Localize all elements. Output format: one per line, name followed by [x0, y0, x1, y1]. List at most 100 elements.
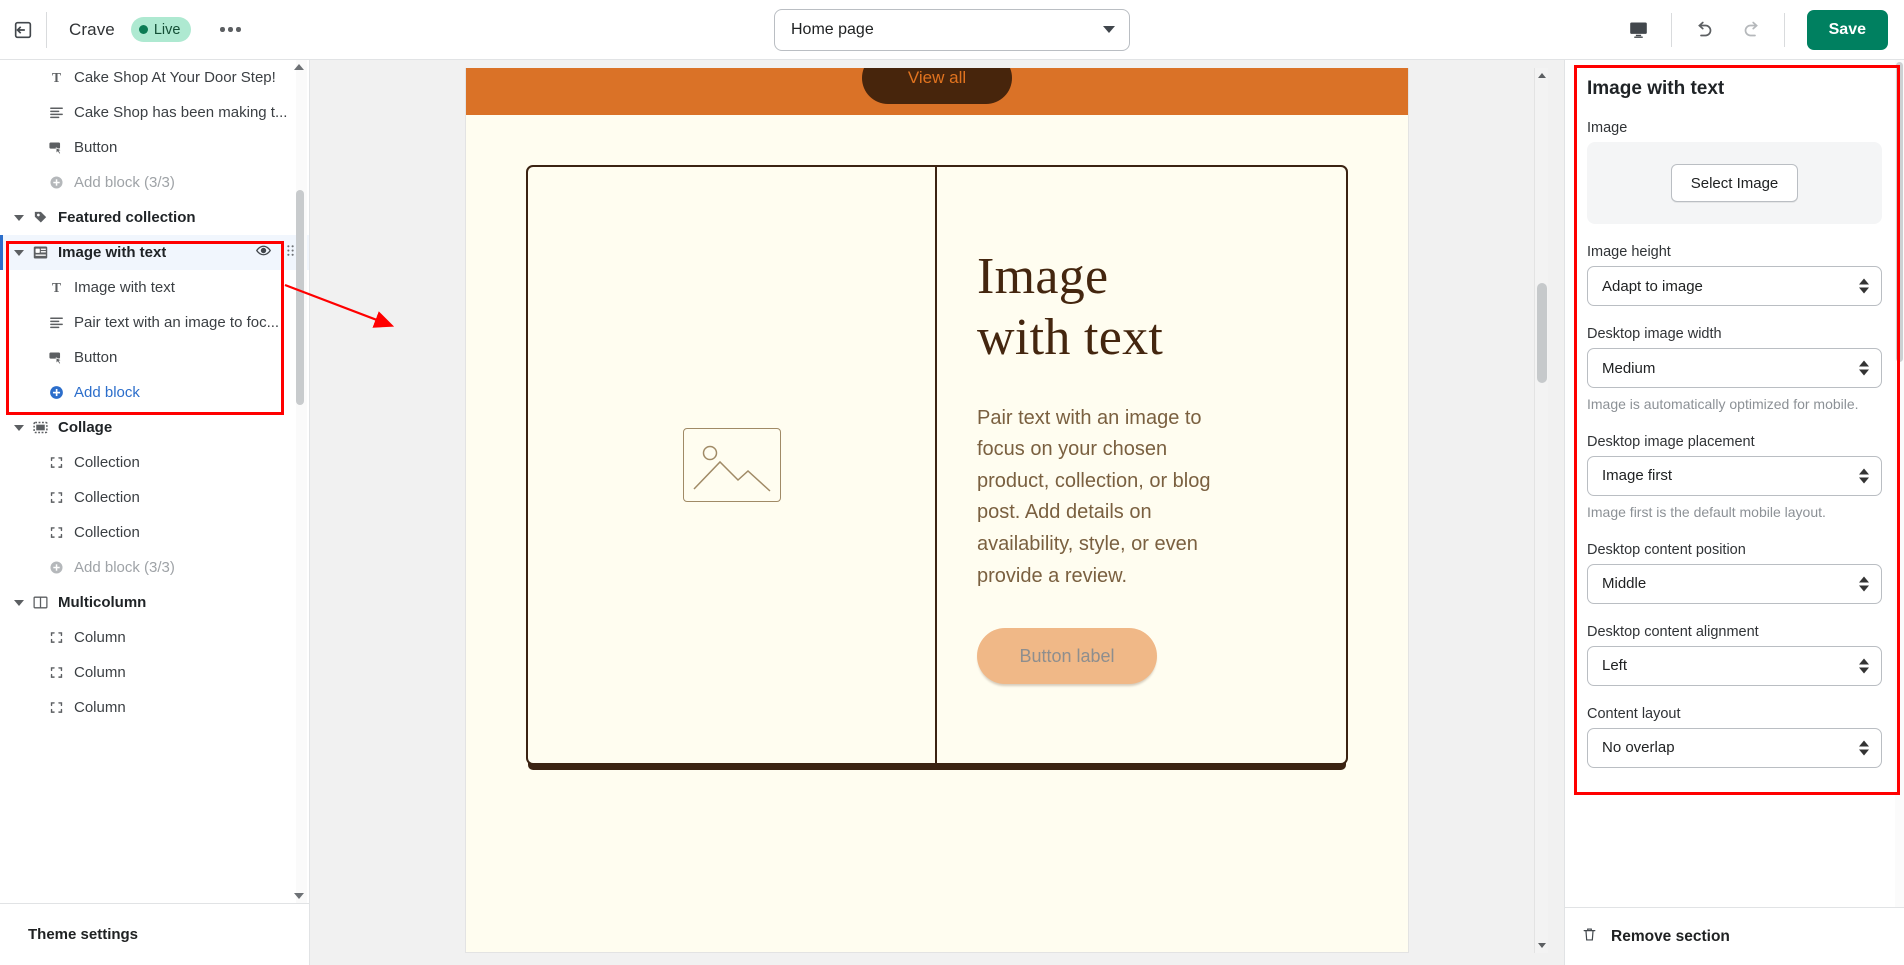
- more-options-icon[interactable]: [213, 15, 247, 45]
- page-selector[interactable]: Home page: [774, 8, 1130, 51]
- sidebar-item-label: Collage: [58, 419, 113, 436]
- scroll-up-arrow-icon[interactable]: [294, 64, 304, 70]
- chevron-down-icon: [1103, 26, 1115, 33]
- sidebar-block-row[interactable]: Button: [0, 130, 309, 165]
- preview-area: View all Image with text Pair text with …: [310, 60, 1564, 965]
- sidebar-scrollbar[interactable]: [294, 60, 307, 903]
- sidebar-block-row[interactable]: Column: [0, 655, 309, 690]
- image-with-text-image-slot[interactable]: [528, 167, 937, 763]
- toolbar-divider: [46, 11, 47, 48]
- chevron-down-icon[interactable]: [14, 214, 24, 221]
- chevron-down-icon[interactable]: [14, 424, 24, 431]
- chevron-down-icon[interactable]: [14, 249, 24, 256]
- remove-section-label: Remove section: [1611, 927, 1730, 945]
- redo-icon[interactable]: [1728, 0, 1776, 60]
- sidebar-item-label: Add block: [74, 384, 140, 401]
- chevron-up-down-icon[interactable]: [1859, 576, 1869, 592]
- sidebar-block-row[interactable]: Collection: [0, 445, 309, 480]
- sidebar-block-row[interactable]: T Cake Shop At Your Door Step!: [0, 60, 309, 95]
- preview-announcement-bar: View all: [466, 68, 1408, 115]
- sidebar-block-row[interactable]: Collection: [0, 515, 309, 550]
- settings-select[interactable]: Adapt to image: [1587, 266, 1882, 306]
- settings-field-label: Desktop image placement: [1587, 433, 1755, 450]
- collage-icon: [32, 419, 58, 436]
- sections-sidebar: T Cake Shop At Your Door Step! Cake Shop h…: [0, 60, 310, 965]
- frame-icon: [48, 454, 74, 471]
- status-badge-label: Live: [153, 21, 181, 38]
- exit-to-app-icon[interactable]: [0, 0, 46, 60]
- settings-select-value: Left: [1602, 657, 1628, 675]
- view-all-button[interactable]: View all: [862, 68, 1012, 104]
- settings-field-helper: Image is automatically optimized for mob…: [1587, 396, 1859, 412]
- chevron-up-down-icon[interactable]: [1859, 360, 1869, 376]
- settings-field: Desktop content alignment Left: [1587, 624, 1882, 686]
- sidebar-section-row[interactable]: Multicolumn: [0, 585, 309, 620]
- preview-scroll-down-icon[interactable]: [1538, 943, 1546, 948]
- settings-scrollbar[interactable]: [1895, 60, 1904, 907]
- paragraph-icon: [48, 314, 74, 331]
- image-with-text-button[interactable]: Button label: [977, 628, 1157, 685]
- sidebar-item-label: Button: [74, 349, 118, 366]
- sidebar-block-row[interactable]: Column: [0, 620, 309, 655]
- sidebar-section-row[interactable]: Collage: [0, 410, 309, 445]
- preview-scrollbar[interactable]: [1534, 68, 1548, 953]
- chevron-up-down-icon[interactable]: [1859, 468, 1869, 484]
- button-icon: [48, 139, 74, 156]
- multicolumn-icon: [32, 594, 58, 611]
- sidebar-section-row[interactable]: Image with text: [0, 235, 309, 270]
- sidebar-scroll-thumb[interactable]: [296, 190, 304, 405]
- image-with-text-section[interactable]: Image with text Pair text with an image …: [526, 165, 1348, 765]
- settings-scroll-area: Image with text Image Select Image Image…: [1565, 60, 1904, 907]
- image-with-text-paragraph[interactable]: Pair text with an image to focus on your…: [977, 403, 1227, 593]
- text-block-icon: T: [48, 69, 74, 86]
- chevron-up-down-icon[interactable]: [1859, 740, 1869, 756]
- sidebar-block-row[interactable]: T Image with text: [0, 270, 309, 305]
- sidebar-block-row[interactable]: Pair text with an image to foc...: [0, 305, 309, 340]
- image-with-text-content: Image with text Pair text with an image …: [937, 167, 1346, 763]
- settings-select[interactable]: No overlap: [1587, 727, 1882, 768]
- scroll-down-arrow-icon[interactable]: [294, 893, 304, 899]
- settings-field: Content layout No overlap: [1587, 706, 1882, 768]
- image-field-label: Image: [1587, 120, 1628, 136]
- settings-select[interactable]: Image first: [1587, 455, 1882, 496]
- settings-field-label: Desktop content position: [1587, 541, 1746, 558]
- sidebar-section-row[interactable]: Featured collection: [0, 200, 309, 235]
- frame-icon: [48, 664, 74, 681]
- settings-field-helper: Image first is the default mobile layout…: [1587, 503, 1826, 520]
- sidebar-block-row[interactable]: Add block (3/3): [0, 550, 309, 585]
- sidebar-item-label: Add block (3/3): [74, 559, 175, 576]
- settings-select[interactable]: Medium: [1587, 348, 1882, 388]
- sidebar-block-row[interactable]: Cake Shop has been making t...: [0, 95, 309, 130]
- eye-icon[interactable]: [255, 242, 272, 264]
- sidebar-block-row[interactable]: Column: [0, 690, 309, 725]
- paragraph-icon: [48, 104, 74, 121]
- sidebar-block-row[interactable]: Add block (3/3): [0, 165, 309, 200]
- settings-select[interactable]: Middle: [1587, 563, 1882, 604]
- page-selector-value: Home page: [791, 20, 874, 38]
- sidebar-item-label: Pair text with an image to foc...: [74, 314, 280, 331]
- image-upload-area[interactable]: Select Image: [1587, 142, 1882, 224]
- frame-icon: [48, 489, 74, 506]
- settings-select-value: Medium: [1602, 359, 1656, 377]
- sidebar-block-row[interactable]: Collection: [0, 480, 309, 515]
- chevron-down-icon[interactable]: [14, 599, 24, 606]
- save-button[interactable]: Save: [1806, 9, 1888, 50]
- desktop-preview-icon[interactable]: [1615, 0, 1663, 60]
- settings-select[interactable]: Left: [1587, 645, 1882, 686]
- preview-scroll-up-icon[interactable]: [1538, 73, 1546, 78]
- image-with-text-heading[interactable]: Image with text: [977, 246, 1302, 369]
- theme-settings-button[interactable]: Theme settings: [0, 903, 309, 965]
- remove-section-button[interactable]: Remove section: [1565, 907, 1904, 965]
- select-image-button[interactable]: Select Image: [1670, 164, 1799, 202]
- top-bar: Crave Live Home page Save: [0, 0, 1904, 60]
- chevron-up-down-icon[interactable]: [1859, 278, 1869, 294]
- sidebar-item-label: Collection: [74, 454, 140, 471]
- text-block-icon: T: [48, 279, 74, 296]
- sidebar-block-row[interactable]: Add block: [0, 375, 309, 410]
- preview-scroll-thumb[interactable]: [1537, 283, 1547, 383]
- settings-scroll-thumb[interactable]: [1896, 62, 1903, 362]
- chevron-up-down-icon[interactable]: [1859, 658, 1869, 674]
- undo-icon[interactable]: [1680, 0, 1728, 60]
- sidebar-block-row[interactable]: Button: [0, 340, 309, 375]
- sections-list: T Cake Shop At Your Door Step! Cake Shop h…: [0, 60, 309, 903]
